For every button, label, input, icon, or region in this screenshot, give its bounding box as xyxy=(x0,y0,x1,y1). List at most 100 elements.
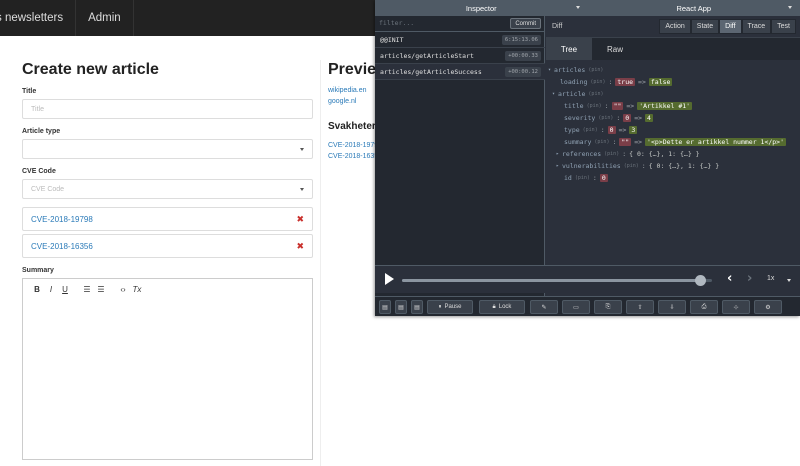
bullet-list-button[interactable]: ☰ xyxy=(95,285,107,294)
redux-devtools-panel: Inspector React App filter... Commit @@I… xyxy=(375,0,800,316)
tree-node-severity: severity (pin) : 0 => 4 xyxy=(564,114,653,122)
preview-vulnerabilities-title: Svakheter: xyxy=(328,121,380,132)
monitor-label: Inspector xyxy=(465,3,497,13)
tree-node-article[interactable]: ▾ article (pin) xyxy=(552,90,603,98)
tab-state[interactable]: State xyxy=(690,19,720,34)
nav-admin[interactable]: Admin xyxy=(76,0,134,36)
chevron-down-icon xyxy=(788,6,792,9)
tab-action[interactable]: Action xyxy=(659,19,691,34)
commit-button[interactable]: Commit xyxy=(510,18,541,29)
preview-cve[interactable]: CVE-2018-16356 xyxy=(328,153,382,160)
action-time: +00:00.33 xyxy=(505,51,541,61)
tab-raw[interactable]: Raw xyxy=(592,38,638,60)
collapse-arrow-icon: ▸ xyxy=(556,163,560,169)
chevron-right-icon[interactable]: › xyxy=(747,271,752,286)
cve-code-placeholder: CVE Code xyxy=(31,185,65,193)
action-list: filter... Commit @@INIT 6:15:13.06 artic… xyxy=(375,16,545,296)
view-tabs: Tree Raw xyxy=(546,38,800,60)
import-icon[interactable]: ⇩ xyxy=(658,300,686,314)
nav-newsletters[interactable]: s newsletters xyxy=(0,0,77,36)
cve-item-label[interactable]: CVE-2018-16356 xyxy=(31,242,93,251)
app-select[interactable]: React App xyxy=(588,0,800,16)
remove-icon[interactable]: ✖ xyxy=(296,214,304,225)
tree-node-articles[interactable]: ▾ articles (pin) xyxy=(548,66,603,74)
code-button[interactable]: ‹› xyxy=(117,285,129,294)
article-type-select[interactable] xyxy=(22,139,313,159)
chevron-down-icon xyxy=(787,279,791,282)
column-divider xyxy=(320,60,321,466)
window-left-icon[interactable]: ▤ xyxy=(379,300,391,314)
bold-button[interactable]: B xyxy=(31,285,43,294)
lock-label: Lock xyxy=(498,304,512,310)
cve-item-label[interactable]: CVE-2018-19798 xyxy=(31,215,93,224)
cve-list-item: CVE-2018-16356 ✖ xyxy=(22,234,313,258)
window-right-icon[interactable]: ▤ xyxy=(395,300,407,314)
tab-diff[interactable]: Diff xyxy=(719,19,742,34)
tab-test[interactable]: Test xyxy=(771,19,796,34)
action-name: @@INIT xyxy=(380,35,404,44)
italic-button[interactable]: I xyxy=(45,285,57,294)
clear-format-button[interactable]: Tx xyxy=(131,285,143,294)
app-label: React App xyxy=(676,3,712,13)
inspector-mode-label: Diff xyxy=(552,23,563,30)
title-input[interactable]: Title xyxy=(22,99,313,119)
chevron-left-icon[interactable]: ‹ xyxy=(727,271,732,286)
tree-node-references[interactable]: ▸ references (pin) : { 0: {…}, 1: {…} } xyxy=(556,150,700,158)
article-type-label: Article type xyxy=(22,128,61,135)
print-icon[interactable]: ⎙ xyxy=(690,300,718,314)
summary-label: Summary xyxy=(22,267,54,274)
cve-code-select[interactable]: CVE Code xyxy=(22,179,313,199)
title-label: Title xyxy=(22,88,37,95)
summary-editor[interactable] xyxy=(22,299,313,460)
mode-tabs: Action State Diff Trace Test xyxy=(659,19,796,34)
tree-node-type: type (pin) : 0 => 3 xyxy=(564,126,638,134)
devtools-topbar: Inspector React App xyxy=(375,0,800,16)
lock-icon: 🔒︎ xyxy=(492,303,496,310)
action-name: articles/getArticleStart xyxy=(380,51,474,60)
action-item[interactable]: articles/getArticleStart +00:00.33 xyxy=(375,48,545,64)
action-item[interactable]: @@INIT 6:15:13.06 xyxy=(375,32,545,48)
cve-code-label: CVE Code xyxy=(22,168,56,175)
export-icon[interactable]: ⇧ xyxy=(626,300,654,314)
expand-arrow-icon: ▾ xyxy=(552,91,556,97)
dispatch-icon[interactable]: ✎ xyxy=(530,300,558,314)
pause-button[interactable]: ⏸ Pause xyxy=(427,300,473,314)
editor-toolbar: B I U ☰ ☰ ‹› Tx xyxy=(22,278,313,300)
timeline-slider[interactable] xyxy=(402,275,712,286)
tree-node-vulnerabilities[interactable]: ▸ vulnerabilities (pin) : { 0: {…}, 1: {… xyxy=(556,162,719,170)
playback-speed[interactable]: 1x xyxy=(767,275,774,282)
remove-icon[interactable]: ✖ xyxy=(296,241,304,252)
action-item-selected[interactable]: articles/getArticleSuccess +00:00.12 xyxy=(375,64,545,80)
playback-bar: ‹ › 1x xyxy=(375,265,800,293)
page-title: Create new article xyxy=(22,61,159,78)
tree-node-id: id (pin) : 0 xyxy=(564,174,608,182)
lock-button[interactable]: 🔒︎ Lock xyxy=(479,300,525,314)
ordered-list-button[interactable]: ☰ xyxy=(81,285,93,294)
slider-handle[interactable] xyxy=(694,275,706,286)
timeline-fill xyxy=(402,279,700,282)
preview-link[interactable]: wikipedia.en xyxy=(328,87,367,94)
window-bottom-icon[interactable]: ▤ xyxy=(411,300,423,314)
expand-arrow-icon: ▾ xyxy=(548,67,552,73)
monitor-select[interactable]: Inspector xyxy=(375,0,588,16)
tab-tree[interactable]: Tree xyxy=(546,38,592,60)
cve-list-item: CVE-2018-19798 ✖ xyxy=(22,207,313,231)
play-icon[interactable] xyxy=(385,273,394,285)
inspector-pane: Diff Action State Diff Trace Test Tree R… xyxy=(546,16,800,296)
underline-button[interactable]: U xyxy=(59,285,71,294)
tree-node-summary: summary (pin) : "" => '<p>Dette er artik… xyxy=(564,138,787,146)
tab-trace[interactable]: Trace xyxy=(741,19,772,34)
preview-cve[interactable]: CVE-2018-19798 xyxy=(328,142,382,149)
preview-link[interactable]: google.nl xyxy=(328,98,356,105)
tree-node-title: title (pin) : "" => 'Artikkel #1' xyxy=(564,102,693,110)
chevron-down-icon xyxy=(300,148,304,151)
gear-icon[interactable]: ⚙ xyxy=(754,300,782,314)
tree-node-loading: loading (pin) : true => false xyxy=(560,78,673,86)
remote-icon[interactable]: ⊹ xyxy=(722,300,750,314)
persist-icon[interactable]: ⎘ xyxy=(594,300,622,314)
keyboard-icon[interactable]: ▭ xyxy=(562,300,590,314)
filter-input[interactable]: filter... xyxy=(379,19,414,27)
title-placeholder: Title xyxy=(31,105,44,113)
chevron-down-icon xyxy=(575,6,580,9)
action-name: articles/getArticleSuccess xyxy=(380,67,482,76)
